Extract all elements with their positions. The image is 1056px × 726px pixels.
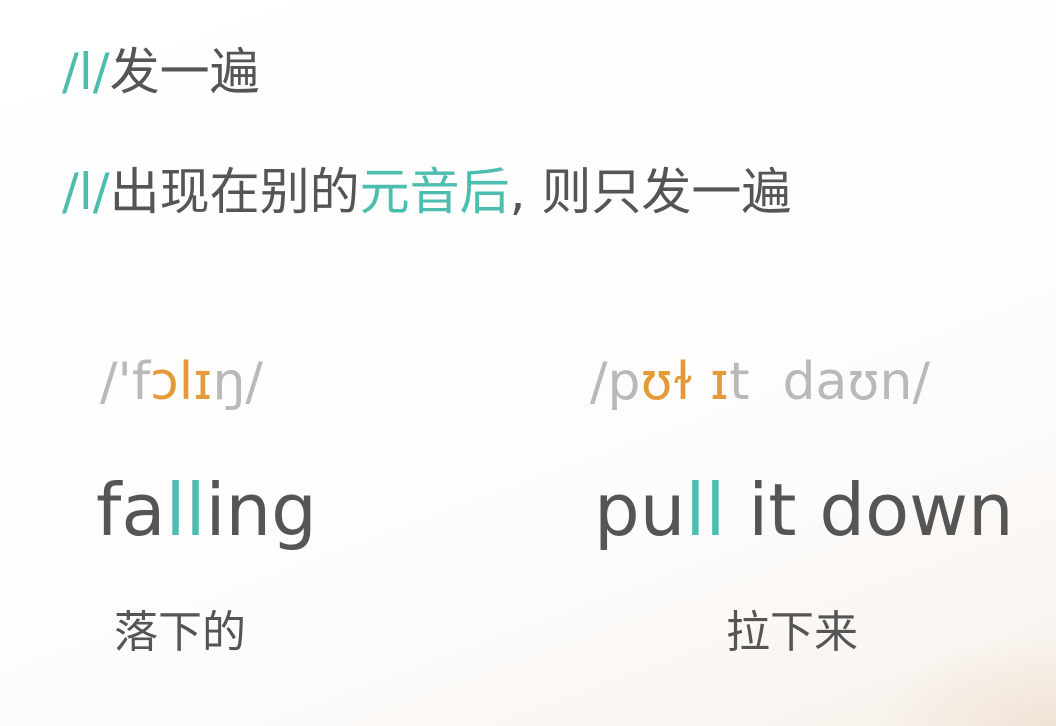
corner-glow-decoration: [876, 636, 1056, 726]
example-2-word: pull it down: [594, 468, 1014, 552]
rule-2-text-b: , 则只发一遍: [509, 163, 792, 221]
word-2-part-a: pu: [594, 468, 686, 552]
ipa-2-part-a: /p: [590, 352, 641, 412]
rule-2-text-a: 出现在别的: [109, 163, 360, 221]
ipa-2-part-b: ʊɫ ɪ: [640, 352, 730, 412]
rule-line-1: /l/发一遍: [62, 42, 260, 102]
example-2-meaning: 拉下来: [726, 607, 858, 658]
ipa-1-part-c: ŋ/: [212, 352, 263, 412]
rule-line-2: /l/出现在别的元音后, 则只发一遍: [62, 162, 791, 222]
example-2-ipa: /pʊɫ ɪt daʊn/: [590, 350, 930, 414]
word-1-part-c: ing: [205, 468, 317, 552]
word-1-part-a: fa: [96, 468, 166, 552]
ipa-2-part-c: t daʊn/: [729, 352, 930, 412]
rule-1-symbol: /l/: [62, 43, 110, 101]
rule-1-text: 发一遍: [109, 43, 260, 101]
word-2-part-b: ll: [685, 468, 726, 552]
example-1-meaning: 落下的: [114, 607, 246, 658]
example-1-ipa: /'fɔlɪŋ/: [100, 350, 263, 414]
word-2-part-c: it down: [725, 468, 1014, 552]
word-1-part-b: ll: [165, 468, 206, 552]
ipa-1-part-b: ɔlɪ: [150, 352, 213, 412]
ipa-1-part-a: /'f: [100, 352, 151, 412]
rule-2-highlight: 元音后: [359, 163, 510, 221]
example-1-word: falling: [96, 468, 317, 552]
rule-2-symbol: /l/: [62, 163, 110, 221]
